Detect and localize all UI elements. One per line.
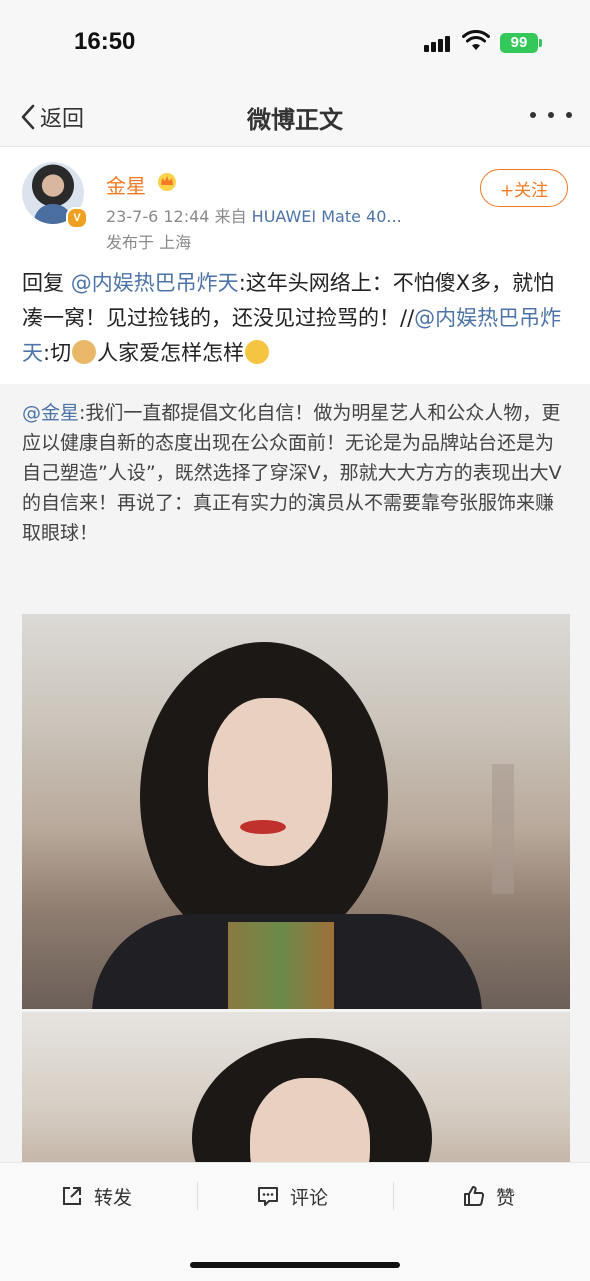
thumbs-up-icon bbox=[464, 1186, 485, 1206]
mention-link[interactable]: @内娱热巴吊炸天 bbox=[71, 271, 239, 295]
post-text-segment: 人家爱怎样怎样 bbox=[97, 341, 245, 365]
shush-emoji-icon bbox=[245, 340, 270, 364]
verified-badge-icon: V bbox=[66, 207, 88, 229]
more-options-icon[interactable] bbox=[530, 112, 572, 122]
comment-button[interactable]: 评论 bbox=[256, 1180, 328, 1212]
home-indicator[interactable] bbox=[190, 1262, 400, 1268]
status-time: 16:50 bbox=[74, 28, 136, 55]
repost-text: @金星:我们一直都提倡文化自信！做为明星艺人和公众人物，更应以健康自新的态度出现… bbox=[22, 398, 570, 548]
wifi-icon bbox=[462, 30, 490, 50]
repost-button[interactable]: 转发 bbox=[60, 1180, 132, 1212]
cellular-signal-icon bbox=[424, 34, 454, 52]
post-image[interactable] bbox=[22, 1012, 570, 1172]
share-icon bbox=[63, 1187, 81, 1205]
post-source[interactable]: HUAWEI Mate 40... bbox=[252, 207, 402, 226]
divider bbox=[197, 1182, 198, 1210]
like-label: 赞 bbox=[496, 1186, 516, 1209]
source-prefix: 来自 bbox=[214, 207, 247, 226]
post-text: 回复 @内娱热巴吊炸天:这年头网络上：不怕傻X多，就怕凑一窝！见过捡钱的，还没见… bbox=[22, 266, 570, 371]
reply-prefix: 回复 bbox=[22, 271, 64, 295]
author-name[interactable]: 金星 bbox=[106, 170, 146, 199]
like-button[interactable]: 赞 bbox=[462, 1180, 515, 1212]
post-meta: 23-7-6 12:44 来自 HUAWEI Mate 40... bbox=[106, 203, 402, 227]
battery-icon: 99 bbox=[500, 33, 538, 53]
divider bbox=[393, 1182, 394, 1210]
post-date: 23-7-6 12:44 bbox=[106, 207, 210, 226]
crown-icon bbox=[158, 173, 176, 191]
comment-label: 评论 bbox=[290, 1186, 329, 1209]
battery-tip bbox=[539, 39, 542, 47]
comment-icon bbox=[258, 1187, 278, 1206]
post-location: 发布于 上海 bbox=[106, 233, 192, 252]
repost-label: 转发 bbox=[94, 1186, 133, 1209]
nav-bar: 返回 微博正文 bbox=[0, 88, 590, 147]
post-text-segment: :切 bbox=[43, 341, 72, 365]
status-bar: 16:50 99 bbox=[0, 0, 590, 88]
post-image[interactable] bbox=[22, 614, 570, 1009]
follow-button[interactable]: +关注 bbox=[480, 169, 568, 207]
mention-link[interactable]: @金星 bbox=[22, 402, 79, 424]
doge-emoji-icon bbox=[72, 340, 97, 364]
page-title: 微博正文 bbox=[247, 106, 343, 134]
repost-body: :我们一直都提倡文化自信！做为明星艺人和公众人物，更应以健康自新的态度出现在公众… bbox=[22, 402, 562, 544]
